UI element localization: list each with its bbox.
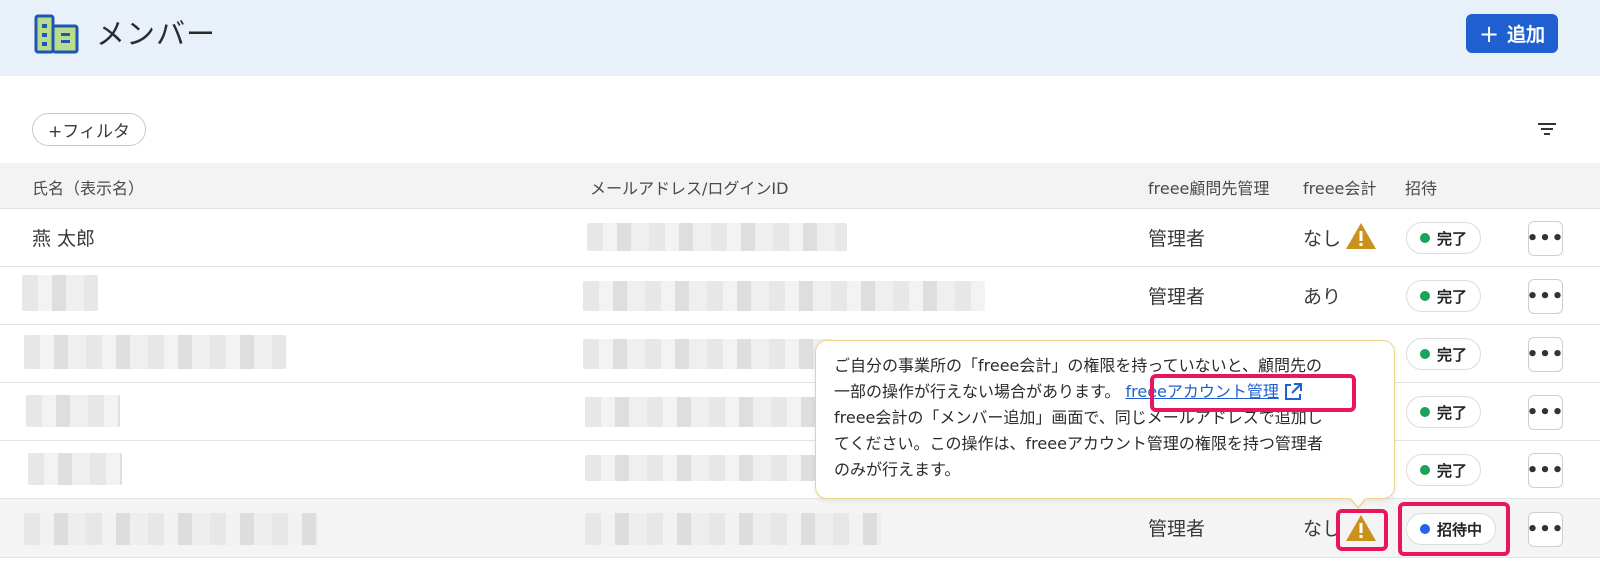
members-page: メンバー + 追加 +フィルタ 氏名（表示名） メールアドレス/ログインID f… bbox=[0, 0, 1600, 566]
advisor-admin-role: 管理者 bbox=[1148, 518, 1206, 540]
status-label: 完了 bbox=[1437, 461, 1468, 480]
more-actions-button[interactable]: ••• bbox=[1527, 337, 1563, 372]
more-actions-button[interactable]: ••• bbox=[1527, 279, 1563, 314]
status-label: 完了 bbox=[1437, 229, 1468, 248]
table-row[interactable]: 管理者 あり 完了 ••• bbox=[0, 267, 1600, 325]
status-badge: 完了 bbox=[1406, 454, 1482, 486]
member-name: 燕 太郎 bbox=[32, 228, 96, 250]
column-header-invite[interactable]: 招待 bbox=[1405, 175, 1437, 199]
redacted-name bbox=[26, 395, 120, 427]
redacted-email bbox=[585, 513, 881, 545]
redacted-name bbox=[28, 453, 122, 485]
column-header-name[interactable]: 氏名（表示名） bbox=[32, 175, 144, 199]
page-title: メンバー bbox=[96, 17, 217, 51]
page-header: メンバー + 追加 bbox=[0, 0, 1600, 76]
column-header-accounting[interactable]: freee会計 bbox=[1303, 175, 1376, 199]
status-badge: 完了 bbox=[1406, 338, 1482, 370]
sort-icon[interactable] bbox=[1538, 121, 1556, 137]
tooltip-line: てください。この操作は、freeeアカウント管理の権限を持つ管理者 bbox=[834, 434, 1323, 453]
status-label: 完了 bbox=[1437, 287, 1468, 306]
warning-tooltip: ご自分の事業所の「freee会計」の権限を持っていないと、顧問先の 一部の操作が… bbox=[815, 340, 1395, 499]
plus-icon: + bbox=[1478, 19, 1500, 48]
status-badge: 完了 bbox=[1406, 280, 1482, 312]
filter-button[interactable]: +フィルタ bbox=[32, 113, 146, 146]
redacted-name bbox=[24, 513, 318, 545]
status-badge: 完了 bbox=[1406, 396, 1482, 428]
table-row[interactable]: 燕 太郎 管理者 なし 完了 ••• bbox=[0, 209, 1600, 267]
more-actions-button[interactable]: ••• bbox=[1527, 221, 1563, 256]
redacted-name bbox=[22, 275, 98, 311]
add-member-button[interactable]: + 追加 bbox=[1466, 14, 1558, 53]
tooltip-arrow bbox=[1349, 497, 1367, 509]
building-icon bbox=[34, 14, 79, 54]
redacted-email bbox=[585, 397, 815, 427]
tooltip-line: のみが行えます。 bbox=[834, 460, 961, 479]
status-label: 完了 bbox=[1437, 345, 1468, 364]
status-dot bbox=[1420, 407, 1430, 417]
redacted-email bbox=[583, 339, 833, 369]
more-actions-button[interactable]: ••• bbox=[1527, 453, 1563, 488]
warning-icon[interactable] bbox=[1345, 222, 1377, 250]
status-dot bbox=[1420, 465, 1430, 475]
table-header: 氏名（表示名） メールアドレス/ログインID freee顧問先管理 freee会… bbox=[0, 163, 1600, 209]
column-header-advisor-admin[interactable]: freee顧問先管理 bbox=[1148, 175, 1269, 199]
redacted-email bbox=[585, 455, 815, 481]
add-button-label: 追加 bbox=[1507, 24, 1546, 46]
advisor-admin-role: 管理者 bbox=[1148, 228, 1206, 250]
status-dot bbox=[1420, 349, 1430, 359]
status-dot bbox=[1420, 233, 1430, 243]
status-dot bbox=[1420, 291, 1430, 301]
redacted-email bbox=[583, 281, 985, 311]
highlight-box-status bbox=[1398, 502, 1510, 556]
advisor-admin-role: 管理者 bbox=[1148, 286, 1206, 308]
tooltip-text: 一部の操作が行えない場合があります。 bbox=[834, 382, 1121, 401]
status-label: 完了 bbox=[1437, 403, 1468, 422]
highlight-box-warning bbox=[1336, 509, 1388, 551]
more-actions-button[interactable]: ••• bbox=[1527, 512, 1563, 547]
status-badge: 完了 bbox=[1406, 222, 1482, 254]
accounting-access: なし bbox=[1303, 228, 1342, 250]
accounting-access: あり bbox=[1303, 286, 1342, 308]
highlight-box-link bbox=[1150, 374, 1356, 412]
redacted-name bbox=[24, 335, 286, 369]
more-actions-button[interactable]: ••• bbox=[1527, 395, 1563, 430]
redacted-email bbox=[587, 223, 847, 251]
column-header-email[interactable]: メールアドレス/ログインID bbox=[590, 175, 788, 199]
